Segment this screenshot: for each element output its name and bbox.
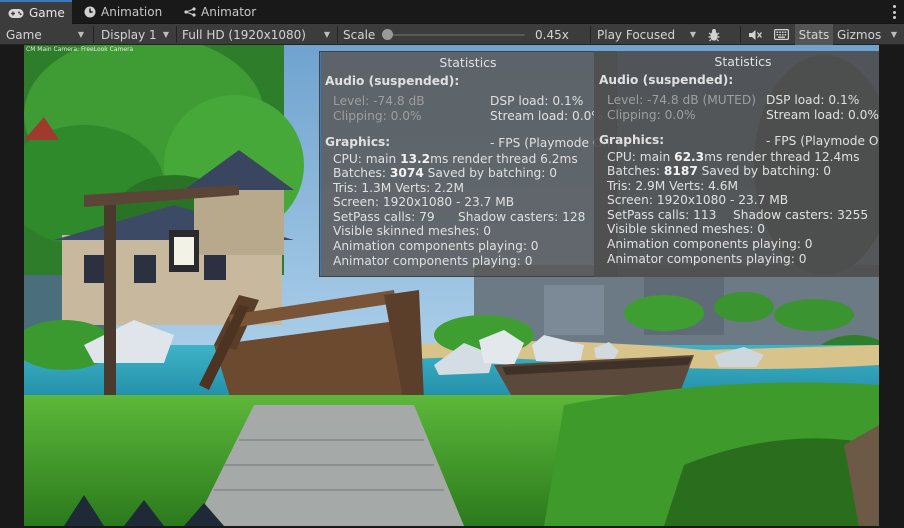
screen-info: Screen: 1920x1080 - 23.7 MB bbox=[607, 193, 789, 207]
tris-verts: Tris: 2.9M Verts: 4.6M bbox=[607, 179, 739, 193]
toolbar-divider bbox=[93, 26, 94, 43]
setpass-calls: SetPass calls: 79 bbox=[333, 210, 435, 224]
more-options-icon[interactable] bbox=[892, 5, 896, 19]
resolution-dropdown[interactable]: Full HD (1920x1080) ▼ bbox=[176, 24, 336, 45]
tab-animation[interactable]: Animation bbox=[76, 0, 168, 24]
cpu-main-ms: 13.2 bbox=[400, 152, 431, 166]
animation-components: Animation components playing: 0 bbox=[607, 237, 813, 251]
game-toolbar: Game ▼ Display 1 ▼ Full HD (1920x1080) ▼… bbox=[0, 24, 904, 45]
view-mode-value: Game bbox=[6, 27, 42, 42]
caret-down-icon: ▼ bbox=[689, 30, 696, 39]
tris-verts: Tris: 1.3M Verts: 2.2M bbox=[333, 181, 465, 195]
tab-label: Game bbox=[29, 6, 65, 20]
cpu-times: CPU: main 62.3ms render thread 12.4ms bbox=[607, 150, 860, 164]
setpass-calls: SetPass calls: 113 bbox=[607, 208, 717, 222]
statistics-panel-left: Statistics Audio (suspended): Level: -74… bbox=[319, 51, 617, 277]
audio-level: Level: -74.8 dB (MUTED) bbox=[607, 93, 757, 107]
scale-slider-thumb[interactable] bbox=[381, 29, 393, 40]
stream-load: Stream load: 0.0% bbox=[766, 108, 879, 122]
dsp-load: DSP load: 0.1% bbox=[490, 94, 584, 108]
graphics-heading: Graphics: bbox=[325, 135, 391, 149]
bug-icon[interactable] bbox=[703, 24, 725, 45]
dsp-load: DSP load: 0.1% bbox=[766, 93, 860, 107]
audio-heading: Audio (suspended): bbox=[325, 74, 460, 88]
stats-title: Statistics bbox=[439, 55, 497, 70]
cpu-main-ms: 62.3 bbox=[674, 150, 705, 164]
skinned-meshes: Visible skinned meshes: 0 bbox=[333, 224, 492, 238]
cpu-times: CPU: main 13.2ms render thread 6.2ms bbox=[333, 152, 578, 166]
focus-indicator bbox=[320, 52, 321, 276]
graphics-heading: Graphics: bbox=[599, 133, 665, 147]
camera-label: CM Main Camera: FreeLook Camera bbox=[26, 46, 134, 53]
scale-label: Scale bbox=[343, 27, 376, 42]
tab-animator[interactable]: Animator bbox=[176, 0, 262, 24]
screen-info: Screen: 1920x1080 - 23.7 MB bbox=[333, 195, 515, 209]
gizmos-dropdown[interactable]: Gizmos ▼ bbox=[834, 24, 900, 45]
tab-game[interactable]: Game bbox=[0, 0, 72, 24]
view-mode-dropdown[interactable]: Game ▼ bbox=[0, 24, 90, 45]
tab-label: Animator bbox=[201, 5, 257, 19]
toolbar-divider bbox=[740, 26, 741, 43]
game-scene[interactable]: CM Main Camera: FreeLook Camera Statisti… bbox=[24, 45, 879, 526]
batches: Batches: 8187 Saved by batching: 0 bbox=[607, 164, 832, 178]
scale-value: 0.45x bbox=[535, 27, 569, 42]
shadow-casters: Shadow casters: 3255 bbox=[733, 208, 869, 222]
animator-icon bbox=[184, 7, 196, 17]
batches-count: 3074 bbox=[389, 166, 424, 180]
animator-components: Animator components playing: 0 bbox=[607, 252, 807, 266]
fps-readout: - FPS (Playmode Off bbox=[766, 134, 879, 148]
shadow-casters: Shadow casters: 128 bbox=[458, 210, 586, 224]
audio-level: Level: -74.8 dB bbox=[333, 94, 425, 108]
scale-slider[interactable] bbox=[384, 34, 525, 36]
resolution-value: Full HD (1920x1080) bbox=[182, 27, 306, 42]
statistics-panel-right: Statistics Audio (suspended): Level: -74… bbox=[594, 51, 879, 277]
gamepad-icon bbox=[8, 8, 24, 19]
caret-down-icon: ▼ bbox=[77, 30, 84, 39]
audio-clipping: Clipping: 0.0% bbox=[333, 109, 422, 123]
gizmos-label: Gizmos bbox=[837, 27, 882, 42]
animation-components: Animation components playing: 0 bbox=[333, 239, 539, 253]
caret-down-icon: ▼ bbox=[890, 30, 897, 39]
game-viewport[interactable]: CM Main Camera: FreeLook Camera Statisti… bbox=[0, 45, 904, 528]
audio-heading: Audio (suspended): bbox=[599, 73, 734, 87]
play-mode-dropdown[interactable]: Play Focused ▼ bbox=[591, 24, 702, 45]
toolbar-divider bbox=[337, 26, 338, 43]
batches-count: 8187 bbox=[663, 164, 698, 178]
tab-bar: Game Animation Animator bbox=[0, 0, 904, 24]
mute-audio-icon[interactable] bbox=[742, 24, 768, 45]
tab-label: Animation bbox=[101, 5, 163, 19]
keyboard-icon[interactable] bbox=[768, 24, 794, 45]
fps-readout: - FPS (Playmode Off bbox=[490, 136, 611, 150]
clock-icon bbox=[84, 6, 96, 18]
audio-clipping: Clipping: 0.0% bbox=[607, 108, 696, 122]
play-mode-value: Play Focused bbox=[597, 27, 676, 42]
display-dropdown[interactable]: Display 1 ▼ bbox=[95, 24, 175, 45]
stats-title: Statistics bbox=[714, 54, 772, 69]
caret-down-icon: ▼ bbox=[323, 30, 330, 39]
stats-toggle[interactable]: Stats bbox=[795, 24, 833, 45]
skinned-meshes: Visible skinned meshes: 0 bbox=[607, 222, 766, 236]
animator-components: Animator components playing: 0 bbox=[333, 254, 533, 268]
caret-down-icon: ▼ bbox=[162, 30, 169, 39]
display-value: Display 1 bbox=[101, 27, 157, 42]
batches: Batches: 3074 Saved by batching: 0 bbox=[333, 166, 558, 180]
stream-load: Stream load: 0.0% bbox=[490, 109, 603, 123]
